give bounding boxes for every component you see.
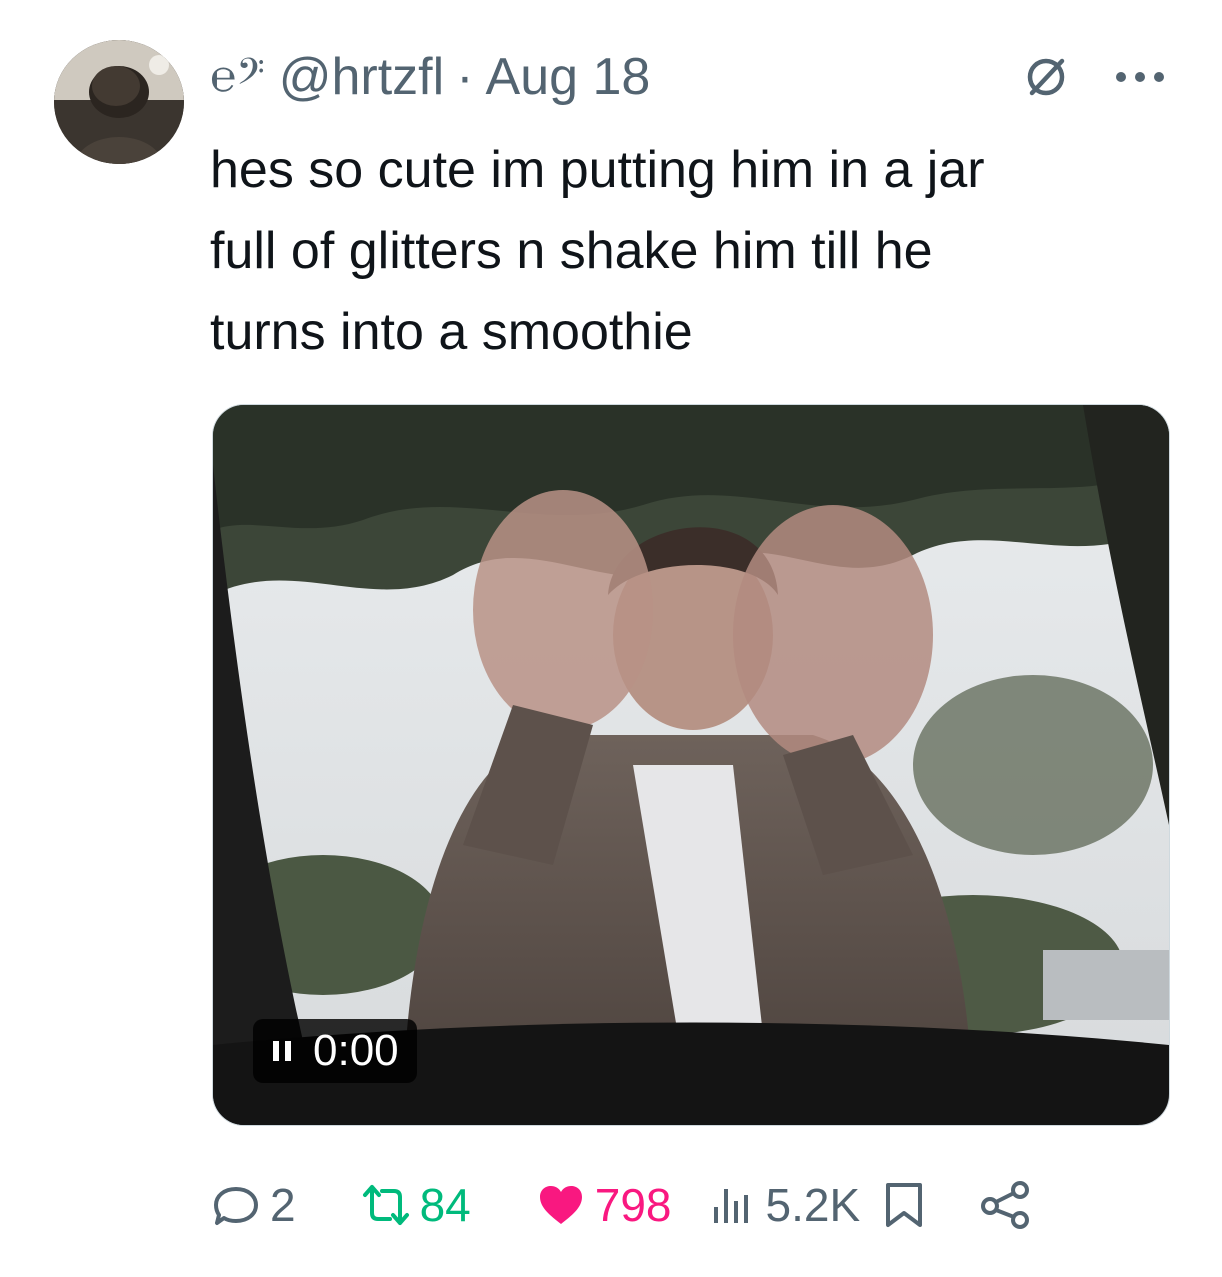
views-icon (713, 1189, 748, 1223)
post-header: ℮𝄢 @hrtzfl · Aug 18 (210, 42, 1166, 112)
reply-icon (214, 1187, 258, 1225)
repost-icon (362, 1185, 409, 1225)
video-time-pill[interactable]: 0:00 (253, 1019, 417, 1083)
views-count: 5.2K (765, 1179, 861, 1231)
like-icon (539, 1186, 582, 1224)
share-icon[interactable] (978, 1180, 1032, 1230)
reply-button[interactable]: 2 (212, 1181, 296, 1229)
like-count: 798 (594, 1179, 672, 1231)
profile-badge-glyph: ℮𝄢 (210, 51, 265, 102)
avatar[interactable] (54, 40, 184, 164)
more-options-icon[interactable] (1114, 70, 1166, 84)
video-time: 0:00 (313, 1026, 399, 1075)
like-button[interactable]: 798 (537, 1181, 672, 1229)
bookmark-icon[interactable] (882, 1181, 926, 1229)
repost-button[interactable]: 84 (362, 1181, 471, 1229)
action-bar: 2 84 798 5.2K (212, 1170, 1172, 1240)
views-button[interactable]: 5.2K (708, 1179, 861, 1231)
repost-count: 84 (419, 1179, 471, 1231)
post-text: hes so cute im putting him in a jar full… (210, 141, 985, 361)
post-date[interactable]: Aug 18 (486, 51, 651, 103)
video-frame (213, 405, 1169, 1125)
reply-count: 2 (270, 1179, 296, 1231)
header-separator: · (456, 48, 474, 106)
grok-icon[interactable] (1022, 53, 1070, 101)
avatar-image (54, 40, 184, 164)
video-player[interactable]: 0:00 (212, 404, 1170, 1126)
pause-icon[interactable] (269, 1038, 295, 1064)
author-handle[interactable]: @hrtzfl (279, 51, 444, 103)
